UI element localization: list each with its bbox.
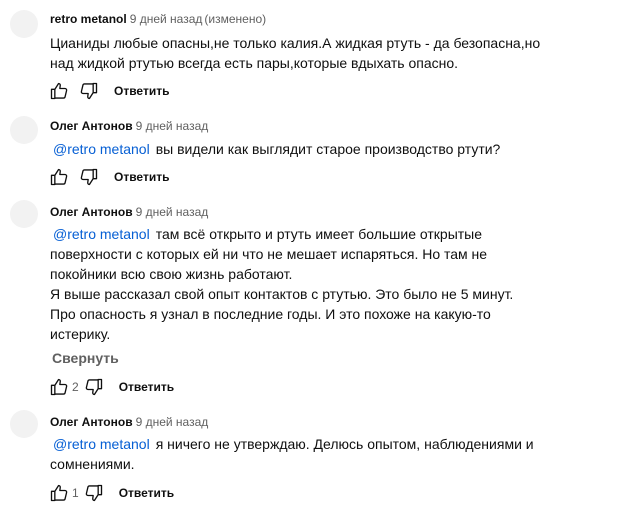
timestamp[interactable]: 9 дней назад	[136, 205, 209, 219]
comment-line: покойники всю свою жизнь работают.	[50, 266, 293, 282]
thumb-up-icon[interactable]	[48, 482, 70, 504]
author-name[interactable]: Олег Антонов	[50, 205, 133, 219]
comment-text: @retro metanol вы видели как выглядит ста…	[50, 139, 530, 159]
author-name[interactable]: Олег Антонов	[50, 119, 133, 133]
timestamp[interactable]: 9 дней назад	[136, 119, 209, 133]
author-name[interactable]: retro metanol	[50, 12, 127, 26]
avatar[interactable]	[10, 200, 38, 228]
thumb-down-icon[interactable]	[83, 482, 105, 504]
timestamp[interactable]: 9 дней назад	[130, 12, 203, 26]
like-count: 2	[72, 380, 79, 394]
avatar[interactable]	[10, 410, 38, 438]
mention-link[interactable]: @retro metanol	[53, 436, 150, 452]
mention-link[interactable]: @retro metanol	[53, 226, 150, 242]
comment-actions: 1 Ответить	[48, 482, 174, 504]
comment-line: @retro metanol я ничего не утверждаю. Дел…	[50, 434, 534, 454]
comment-line-text: там всё открыто и ртуть имеет большие от…	[155, 226, 483, 242]
comment-line: Цианиды любые опасны,не только калия.А ж…	[50, 35, 541, 51]
reply-button[interactable]: Ответить	[114, 84, 169, 98]
comment-line: поверхности с которых ей ни что не мешае…	[50, 246, 488, 262]
thumb-down-icon[interactable]	[78, 166, 100, 188]
comment-line: сомнениями.	[50, 456, 135, 472]
comment-line-text: вы видели как выглядит старое производст…	[155, 141, 501, 157]
reply-button[interactable]: Ответить	[119, 486, 174, 500]
comment-line: Я выше рассказал свой опыт контактов с р…	[50, 286, 514, 302]
comment-text: @retro metanol я ничего не утверждаю. Дел…	[50, 434, 534, 474]
comment-text: @retro metanol там всё открыто и ртуть им…	[50, 224, 530, 344]
thumb-up-icon[interactable]	[48, 80, 70, 102]
comment-header: Олег Антонов 9 дней назад	[50, 119, 208, 133]
reply-button[interactable]: Ответить	[114, 170, 169, 184]
thumb-up-icon[interactable]	[48, 166, 70, 188]
author-name[interactable]: Олег Антонов	[50, 415, 133, 429]
comment-header: Олег Антонов 9 дней назад	[50, 205, 208, 219]
reply-button[interactable]: Ответить	[119, 380, 174, 394]
edited-label: (изменено)	[204, 12, 267, 26]
comment-text: Цианиды любые опасны,не только калия.А ж…	[50, 33, 541, 73]
comment-actions: 2 Ответить	[48, 376, 174, 398]
collapse-button[interactable]: Свернуть	[52, 350, 119, 366]
comment-line: @retro metanol там всё открыто и ртуть им…	[50, 224, 530, 244]
like-count: 1	[72, 486, 79, 500]
thumb-down-icon[interactable]	[83, 376, 105, 398]
thumb-down-icon[interactable]	[78, 80, 100, 102]
timestamp[interactable]: 9 дней назад	[136, 415, 209, 429]
thumb-up-icon[interactable]	[48, 376, 70, 398]
comment-line: над жидкой ртутью всегда есть пары,котор…	[50, 55, 459, 71]
comment-actions: Ответить	[48, 80, 169, 102]
comment-line-text: я ничего не утверждаю. Делюсь опытом, на…	[155, 436, 534, 452]
comment-header: Олег Антонов 9 дней назад	[50, 415, 208, 429]
avatar[interactable]	[10, 116, 38, 144]
comment-header: retro metanol 9 дней назад (изменено)	[50, 12, 266, 26]
comment-line: @retro metanol вы видели как выглядит ста…	[50, 139, 530, 159]
mention-link[interactable]: @retro metanol	[53, 141, 150, 157]
avatar[interactable]	[10, 10, 38, 38]
comment-actions: Ответить	[48, 166, 169, 188]
comment-line: Про опасность я узнал в последние годы. …	[50, 306, 491, 322]
comment-line: истерику.	[50, 326, 111, 342]
